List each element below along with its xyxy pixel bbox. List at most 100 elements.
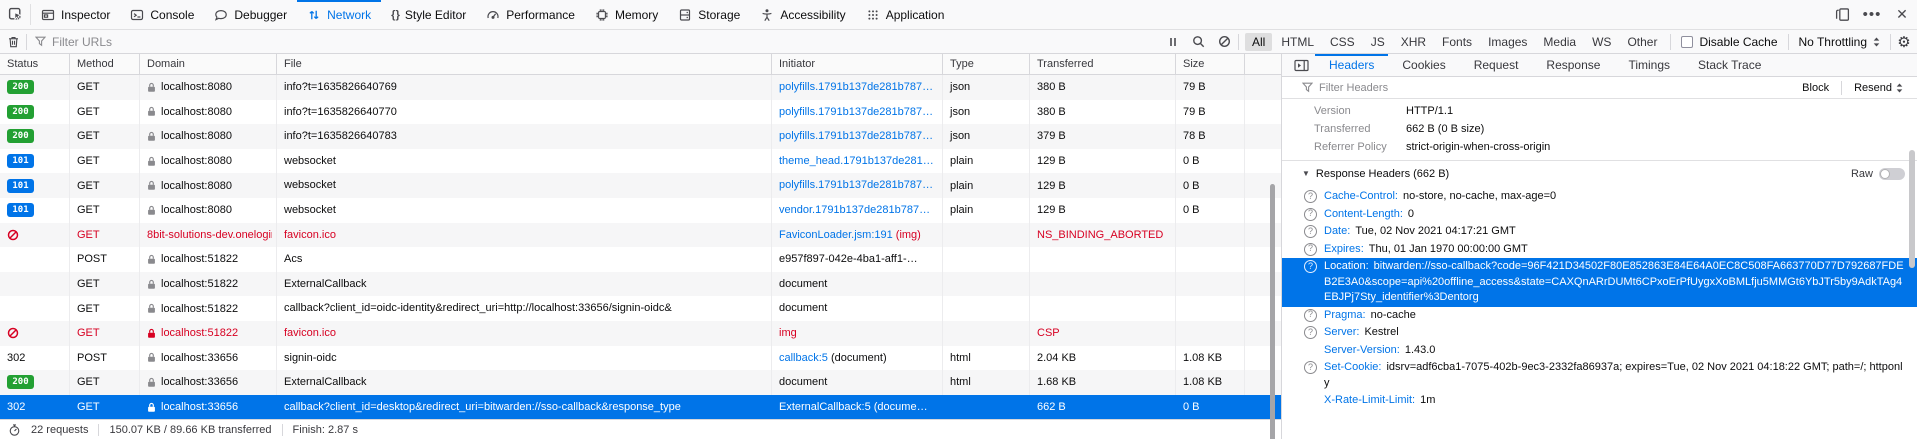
column-header-method[interactable]: Method xyxy=(70,54,140,74)
initiator-link[interactable]: document xyxy=(779,302,827,314)
type-filter-button[interactable]: JS xyxy=(1364,33,1392,51)
question-mark-icon[interactable]: ? xyxy=(1304,190,1317,203)
column-header-size[interactable]: Size xyxy=(1176,54,1245,74)
column-header-type[interactable]: Type xyxy=(943,54,1030,74)
header-row[interactable]: ? X-Rate-Limit-Limit1m xyxy=(1282,392,1917,410)
type-filter-button[interactable]: Other xyxy=(1620,33,1664,51)
pause-traffic-button[interactable] xyxy=(1160,30,1186,53)
request-row[interactable]: GET localhost:51822 callback?client_id=o… xyxy=(0,296,1281,321)
initiator-link[interactable]: theme_head.1791b137de281… xyxy=(779,155,934,167)
tab-storage[interactable]: Storage xyxy=(668,0,750,29)
type-filter-button[interactable]: Media xyxy=(1536,33,1583,51)
disable-cache-checkbox[interactable] xyxy=(1681,36,1693,48)
request-row[interactable]: 302 POST localhost:33656 xyxy=(0,346,1281,371)
request-row[interactable]: 101 GET localhost:8080 xyxy=(0,149,1281,174)
tab-memory[interactable]: Memory xyxy=(585,0,668,29)
type-filter-button[interactable]: WS xyxy=(1585,33,1618,51)
disable-cache-control[interactable]: Disable Cache xyxy=(1671,35,1787,49)
tab-console[interactable]: Console xyxy=(120,0,204,29)
details-tab-request[interactable]: Request xyxy=(1460,54,1533,76)
details-scrollbar[interactable] xyxy=(1909,150,1915,268)
tab-application[interactable]: Application xyxy=(856,0,955,29)
tab-inspector[interactable]: Inspector xyxy=(31,0,120,29)
type-filter-button[interactable]: Images xyxy=(1481,33,1534,51)
column-header-initiator[interactable]: Initiator xyxy=(772,54,943,74)
header-row[interactable]: ? ServerKestrel xyxy=(1282,324,1917,342)
pick-element-button[interactable] xyxy=(0,0,30,29)
request-row[interactable]: 200 GET localhost:8080 xyxy=(0,100,1281,125)
column-header-status[interactable]: Status xyxy=(0,54,70,74)
tab-debugger[interactable]: Debugger xyxy=(204,0,297,29)
tab-style-editor[interactable]: { } Style Editor xyxy=(381,0,476,29)
throttling-dropdown[interactable]: No Throttling xyxy=(1789,35,1890,49)
initiator-link[interactable]: polyfills.1791b137de281b787… xyxy=(779,81,933,93)
responsive-design-button[interactable] xyxy=(1827,0,1857,29)
header-row[interactable]: ? Set-Cookieidsrv=adf6cba1-7075-402b-9ec… xyxy=(1282,359,1917,392)
tab-performance[interactable]: Performance xyxy=(476,0,585,29)
request-row[interactable]: 101 GET localhost:8080 xyxy=(0,198,1281,223)
header-row[interactable]: ? Cache-Controlno-store, no-cache, max-a… xyxy=(1282,188,1917,206)
request-row[interactable]: POST localhost:51822 Acs e957f897- xyxy=(0,247,1281,272)
header-row[interactable]: ? Server-Version1.43.0 xyxy=(1282,342,1917,360)
initiator-link[interactable]: document xyxy=(779,376,827,388)
request-list-scrollbar[interactable] xyxy=(1270,184,1275,439)
request-row[interactable]: GET 8bit-solutions-dev.onelogin…. favico… xyxy=(0,223,1281,248)
tab-accessibility[interactable]: Accessibility xyxy=(750,0,855,29)
question-mark-icon[interactable]: ? xyxy=(1304,243,1317,256)
request-row[interactable]: GET localhost:51822 favicon.ico im xyxy=(0,321,1281,346)
question-mark-icon[interactable]: ? xyxy=(1304,260,1317,273)
close-devtools-button[interactable]: ✕ xyxy=(1887,0,1917,29)
details-tab-stack-trace[interactable]: Stack Trace xyxy=(1684,54,1775,76)
header-row[interactable]: ? ExpiresThu, 01 Jan 1970 00:00:00 GMT xyxy=(1282,241,1917,259)
initiator-link[interactable]: ExternalCallback:5 (docume… xyxy=(779,401,928,413)
request-row[interactable]: 200 GET localhost:8080 xyxy=(0,124,1281,149)
request-row[interactable]: 200 GET localhost:33656 xyxy=(0,370,1281,395)
details-tab-timings[interactable]: Timings xyxy=(1614,54,1684,76)
collapse-details-pane-button[interactable] xyxy=(1288,54,1315,76)
header-row[interactable]: ? Pragmano-cache xyxy=(1282,307,1917,325)
type-filter-button[interactable]: HTML xyxy=(1274,33,1321,51)
request-row[interactable]: GET localhost:51822 ExternalCallback xyxy=(0,272,1281,297)
question-mark-icon[interactable]: ? xyxy=(1304,309,1317,322)
request-row[interactable]: 200 GET localhost:8080 xyxy=(0,75,1281,100)
filter-headers-input[interactable] xyxy=(1319,82,1790,94)
details-tab-headers[interactable]: Headers xyxy=(1315,54,1388,76)
initiator-link[interactable]: polyfills.1791b137de281b787… xyxy=(779,106,933,118)
question-mark-icon[interactable]: ? xyxy=(1304,208,1317,221)
header-row[interactable]: ? Locationbitwarden://sso-callback?code=… xyxy=(1282,258,1917,307)
question-mark-icon[interactable]: ? xyxy=(1304,361,1317,374)
initiator-link[interactable]: polyfills.1791b137de281b787… xyxy=(779,130,933,142)
block-url-button[interactable]: Block xyxy=(1796,80,1835,96)
type-filter-button[interactable]: CSS xyxy=(1323,33,1362,51)
question-mark-icon[interactable]: ? xyxy=(1304,326,1317,339)
filter-urls-input[interactable] xyxy=(52,35,1152,49)
column-header-transferred[interactable]: Transferred xyxy=(1030,54,1176,74)
initiator-link[interactable]: document xyxy=(779,278,827,290)
request-row[interactable]: 101 GET localhost:8080 xyxy=(0,173,1281,198)
type-filter-button[interactable]: All xyxy=(1245,33,1272,51)
request-row[interactable]: 302 GET localhost:33656 xyxy=(0,395,1281,419)
resend-button[interactable]: Resend xyxy=(1848,80,1909,96)
details-tab-response[interactable]: Response xyxy=(1532,54,1614,76)
response-headers-section-header[interactable]: ▼ Response Headers (662 B) Raw xyxy=(1282,161,1917,186)
details-tab-cookies[interactable]: Cookies xyxy=(1388,54,1459,76)
raw-toggle[interactable] xyxy=(1879,168,1905,180)
block-requests-button[interactable] xyxy=(1212,30,1238,53)
initiator-link[interactable]: vendor.1791b137de281b787… xyxy=(779,204,930,216)
initiator-link[interactable]: polyfills.1791b137de281b787… xyxy=(779,179,933,191)
initiator-link[interactable]: FaviconLoader.jsm:191 xyxy=(779,229,893,241)
column-header-file[interactable]: File xyxy=(277,54,772,74)
question-mark-icon[interactable]: ? xyxy=(1304,225,1317,238)
tab-network[interactable]: Network xyxy=(297,0,381,29)
header-row[interactable]: ? Content-Length0 xyxy=(1282,206,1917,224)
column-header-domain[interactable]: Domain xyxy=(140,54,277,74)
initiator-link[interactable]: img xyxy=(779,327,797,339)
header-row[interactable]: ? DateTue, 02 Nov 2021 04:17:21 GMT xyxy=(1282,223,1917,241)
initiator-link[interactable]: e957f897-042e-4ba1-aff1-… xyxy=(779,253,918,265)
clear-requests-button[interactable] xyxy=(0,30,26,53)
type-filter-button[interactable]: XHR xyxy=(1394,33,1433,51)
network-settings-button[interactable]: ⚙ xyxy=(1891,30,1917,53)
search-requests-button[interactable] xyxy=(1186,30,1212,53)
initiator-link[interactable]: callback:5 xyxy=(779,352,828,364)
menu-button[interactable]: ••• xyxy=(1857,0,1887,29)
